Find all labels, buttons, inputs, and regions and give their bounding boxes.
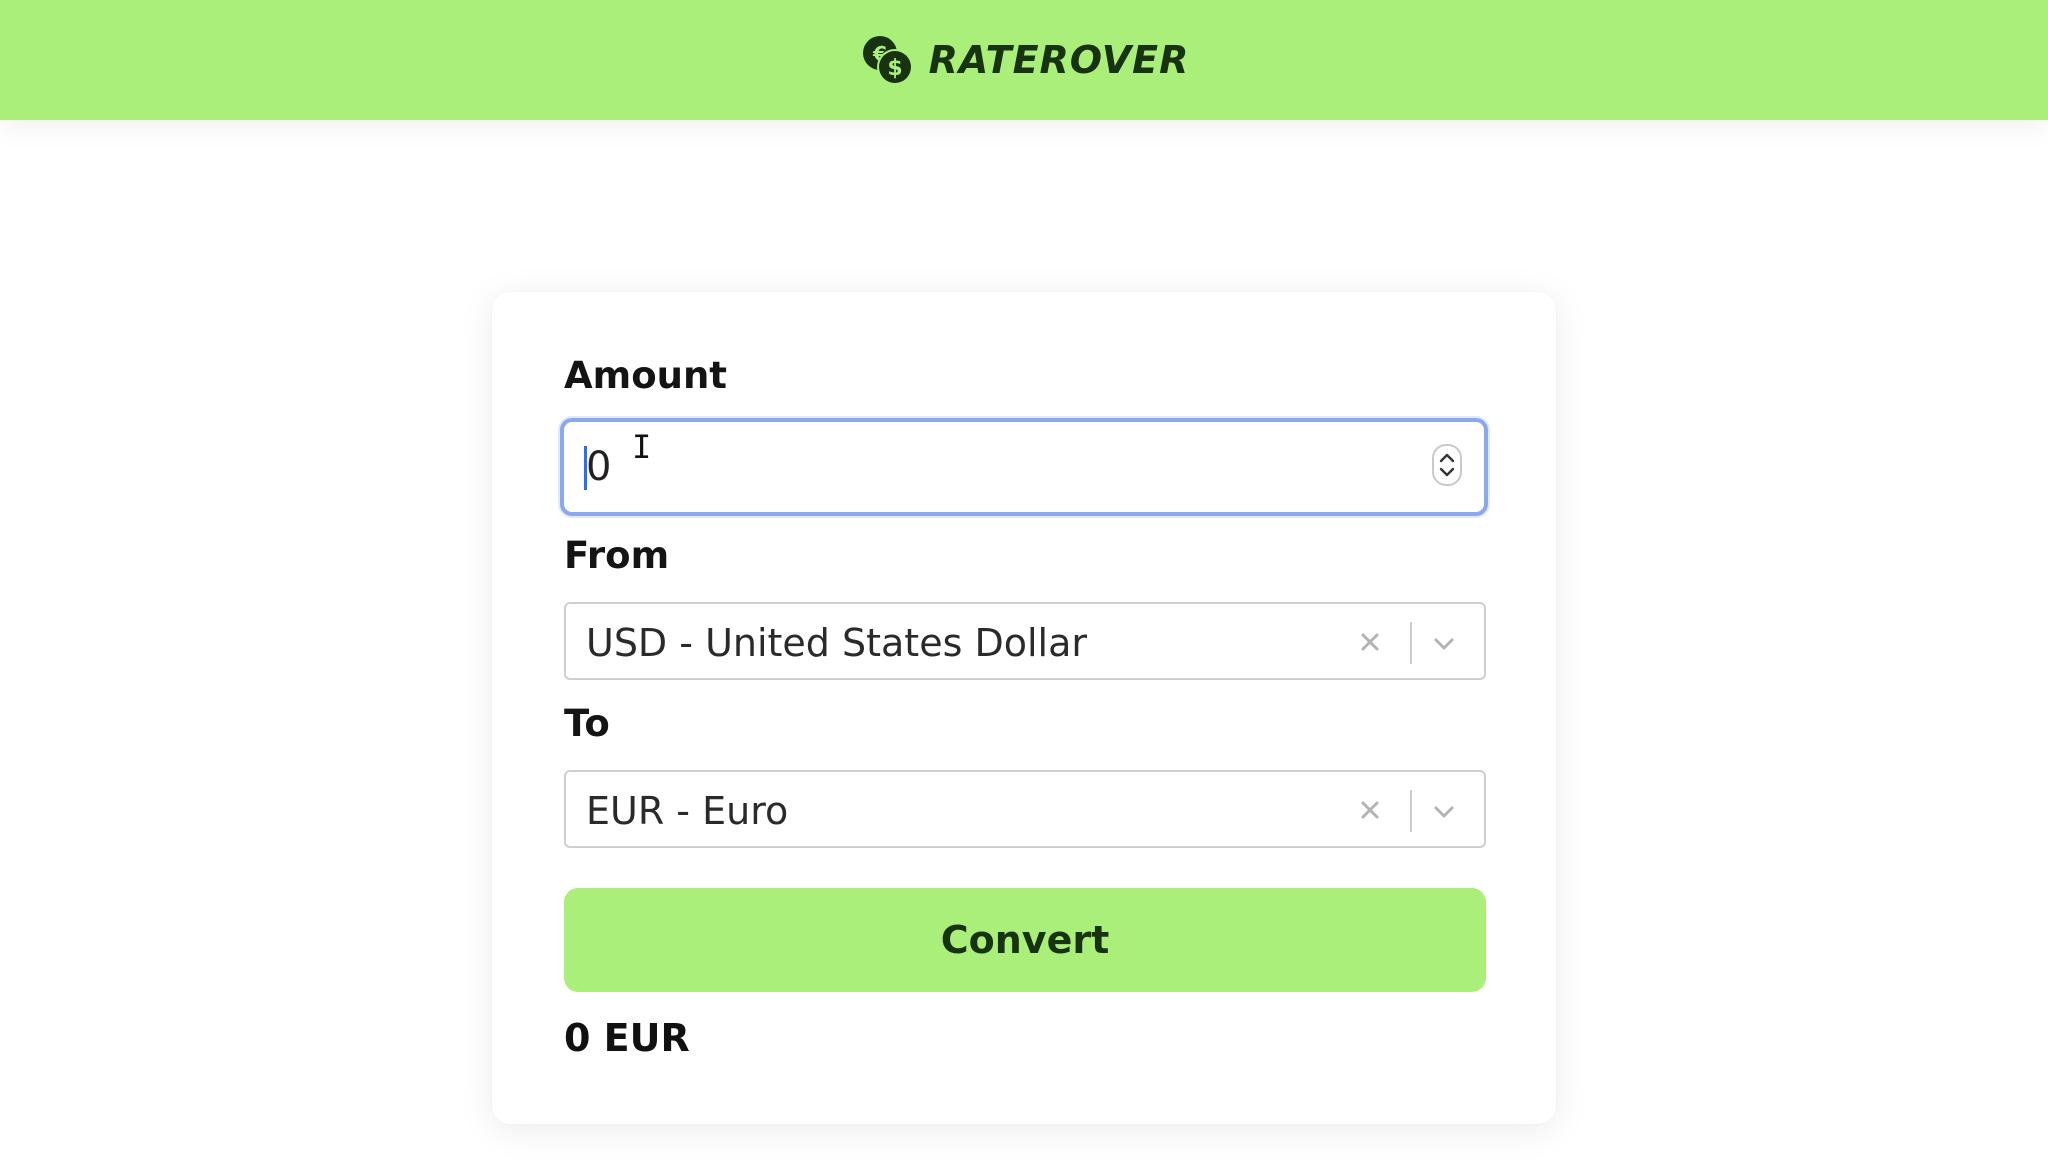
brand[interactable]: € $ RATEROVER bbox=[859, 32, 1190, 88]
amount-label: Amount bbox=[564, 354, 727, 397]
from-currency-select[interactable]: USD - United States Dollar bbox=[564, 602, 1486, 680]
converter-card: Amount 0 I From USD - United States Doll… bbox=[492, 292, 1556, 1124]
ibeam-cursor-icon: I bbox=[632, 428, 652, 466]
from-label: From bbox=[564, 534, 670, 577]
clear-icon[interactable] bbox=[1356, 628, 1384, 656]
to-label: To bbox=[564, 702, 610, 745]
brand-name: RATEROVER bbox=[928, 38, 1190, 82]
to-currency-select[interactable]: EUR - Euro bbox=[564, 770, 1486, 848]
conversion-result: 0 EUR bbox=[564, 1016, 690, 1060]
select-separator bbox=[1410, 622, 1412, 664]
svg-text:$: $ bbox=[887, 56, 902, 81]
select-separator bbox=[1410, 790, 1412, 832]
amount-stepper[interactable] bbox=[1432, 444, 1462, 486]
clear-icon[interactable] bbox=[1356, 796, 1384, 824]
chevron-down-icon[interactable] bbox=[1430, 630, 1458, 658]
chevron-down-icon[interactable] bbox=[1430, 798, 1458, 826]
stepper-arrows-icon bbox=[1439, 453, 1455, 477]
amount-value[interactable]: 0 bbox=[586, 444, 611, 490]
convert-button[interactable]: Convert bbox=[564, 888, 1486, 992]
top-bar: € $ RATEROVER bbox=[0, 0, 2048, 120]
from-currency-value: USD - United States Dollar bbox=[586, 621, 1087, 665]
amount-input[interactable]: 0 I bbox=[560, 418, 1488, 516]
to-currency-value: EUR - Euro bbox=[586, 789, 789, 833]
euro-dollar-coins-icon: € $ bbox=[862, 36, 913, 85]
